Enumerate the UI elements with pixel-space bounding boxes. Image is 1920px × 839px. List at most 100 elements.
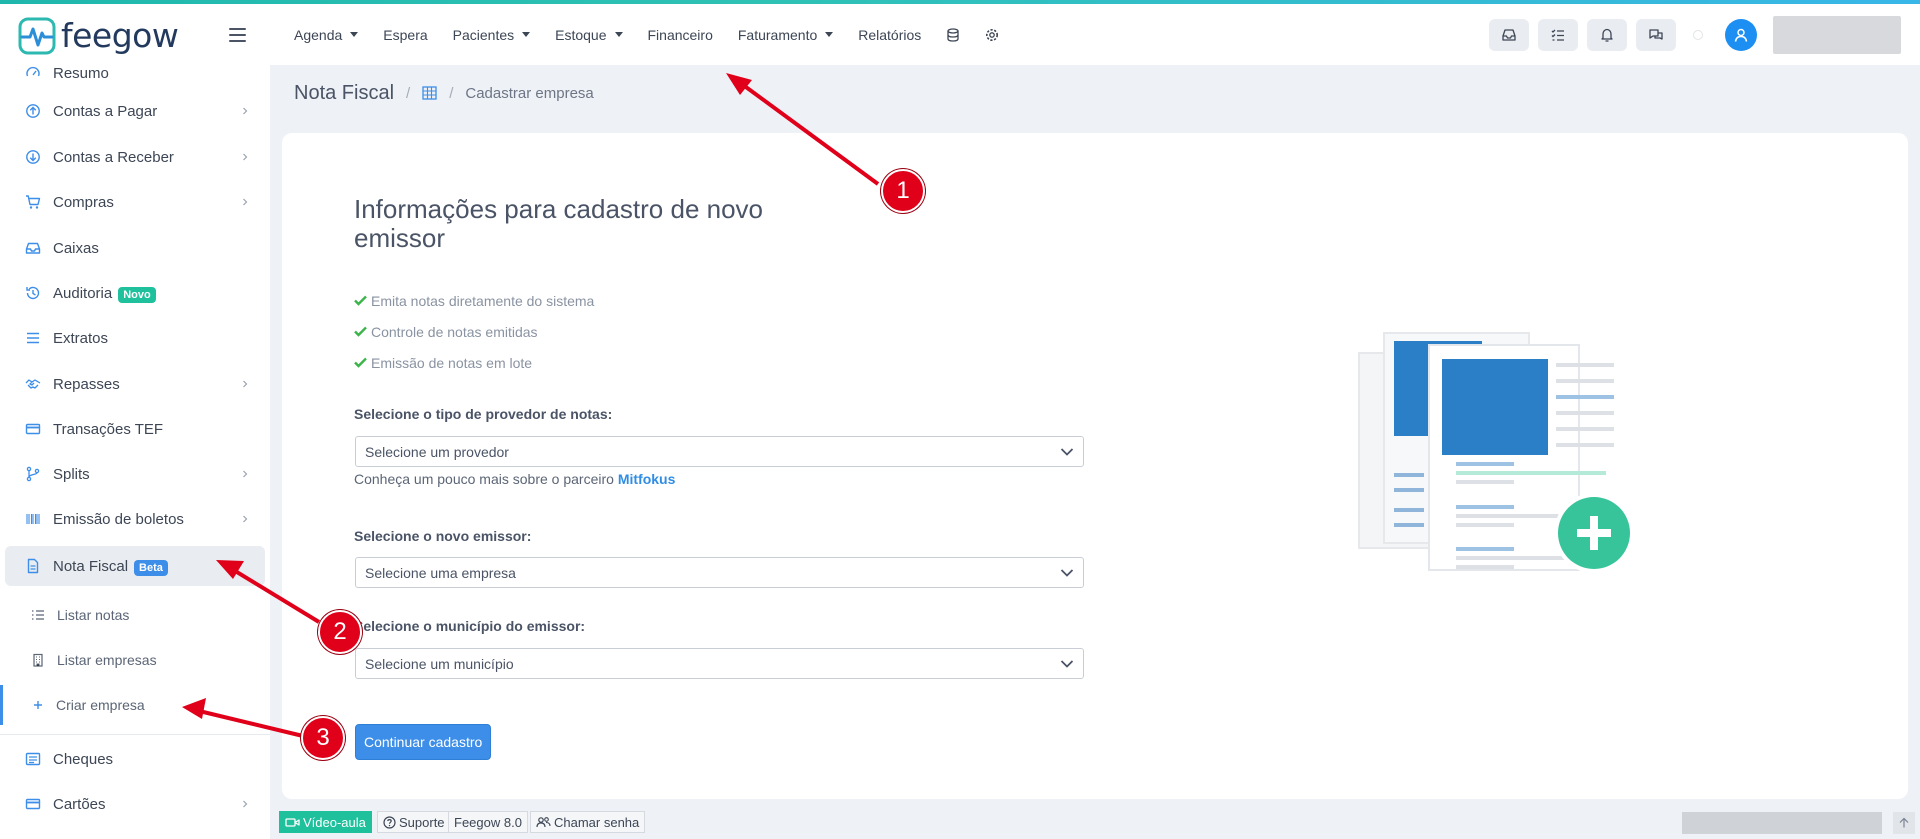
sidebar-item-cartoes[interactable]: Cartões [0, 784, 270, 824]
annotation-badge-1: 1 [881, 169, 925, 213]
menu-toggle-button[interactable] [229, 28, 246, 42]
feature-text: Emita notas diretamente do sistema [371, 292, 595, 309]
sidebar-item-label: Nota Fiscal Beta [53, 558, 168, 576]
nav-faturamento[interactable]: Faturamento [738, 27, 834, 43]
sidebar-item-label: Repasses [53, 375, 120, 393]
emitter-select[interactable]: Selecione uma empresa [355, 557, 1084, 588]
sidebar-item-label: Extratos [53, 329, 109, 347]
sidebar-item-extratos[interactable]: Extratos [0, 318, 270, 358]
sidebar-item-splits[interactable]: Splits [0, 454, 270, 494]
chat-icon [1649, 28, 1663, 40]
city-select-value: Selecione um município [365, 655, 514, 672]
notifications-button[interactable] [1587, 18, 1627, 51]
sidebar-item-repasses[interactable]: Repasses [0, 364, 270, 404]
footer-bar: Vídeo-aula Suporte Feegow 8.0 Chamar sen… [270, 804, 1920, 839]
sidebar-item-label: Contas a Pagar [53, 102, 158, 120]
caret-down-icon [350, 32, 359, 37]
chevron-down-icon [1060, 660, 1074, 668]
sidebar-item-caixas[interactable]: Caixas [0, 228, 270, 268]
sidebar-item-resumo[interactable]: Resumo [0, 65, 270, 93]
annotation-badge-2: 2 [318, 610, 362, 654]
feature-item: Emita notas diretamente do sistema [354, 285, 594, 316]
city-select[interactable]: Selecione um município [355, 648, 1084, 679]
subitem-criar-empresa[interactable]: Criar empresa [0, 685, 270, 725]
chevron-right-icon [243, 107, 248, 115]
nav-relatorios[interactable]: Relatórios [858, 27, 921, 43]
hamburger-line [229, 34, 246, 36]
sidebar-item-label: Contas a Receber [53, 148, 174, 166]
nav-espera[interactable]: Espera [383, 27, 427, 43]
partner-text: Conheça um pouco mais sobre o parceiro [354, 471, 614, 487]
call-ticket-button[interactable]: Chamar senha [530, 811, 646, 833]
sidebar-item-emissao-de-boletos[interactable]: Emissão de boletos [0, 499, 270, 539]
database-icon[interactable] [946, 27, 960, 42]
subitem-label: Criar empresa [56, 697, 145, 713]
scroll-top-button[interactable] [1893, 812, 1915, 834]
nav-label: Agenda [294, 26, 343, 43]
breadcrumb: Nota Fiscal / / Cadastrar empresa [294, 80, 594, 106]
emitter-select-value: Selecione uma empresa [365, 564, 516, 581]
page-title: Nota Fiscal [294, 81, 395, 104]
sidebar-item-contas-a-pagar[interactable]: Contas a Pagar [0, 91, 270, 131]
cart-icon [26, 195, 41, 209]
partner-link[interactable]: Mitfokus [618, 471, 676, 487]
subitem-listar-notas[interactable]: Listar notas [0, 595, 270, 635]
user-avatar[interactable] [1725, 18, 1757, 51]
table-grid-icon[interactable] [422, 86, 437, 100]
inbox-icon [1502, 28, 1516, 41]
chat-button[interactable] [1636, 18, 1676, 51]
gear-icon[interactable] [985, 28, 999, 42]
sidebar-item-compras[interactable]: Compras [0, 182, 270, 222]
nav-label: Estoque [555, 26, 607, 43]
annotation-badge-3: 3 [301, 716, 345, 760]
user-info-redacted[interactable] [1773, 15, 1901, 54]
breadcrumb-separator: / [406, 84, 411, 102]
support-button[interactable]: Suporte [377, 811, 451, 833]
subitem-label: Listar empresas [57, 652, 157, 668]
version-label: Feegow 8.0 [448, 811, 528, 833]
logo-text: feegow [61, 16, 179, 55]
plus-icon [34, 701, 42, 709]
beta-badge: Beta [134, 559, 168, 576]
nav-agenda[interactable]: Agenda [294, 26, 359, 43]
top-navigation: Agenda Espera Pacientes Estoque Financei… [294, 4, 1024, 65]
nav-financeiro[interactable]: Financeiro [648, 27, 713, 43]
video-lesson-label: Vídeo-aula [303, 814, 366, 830]
caret-down-icon [825, 32, 834, 37]
inbox-button[interactable] [1489, 18, 1529, 51]
nav-label: Espera [383, 26, 428, 43]
subitem-label: Listar notas [57, 607, 130, 623]
nav-pacientes[interactable]: Pacientes [453, 27, 531, 43]
checklist-icon [1551, 29, 1564, 41]
add-circle-icon [1554, 493, 1634, 573]
bell-icon [1601, 28, 1613, 42]
feature-text: Controle de notas emitidas [371, 323, 538, 340]
header-actions [1489, 4, 1920, 65]
sidebar-item-label: Compras [53, 193, 114, 211]
sidebar-item-nota-fiscal[interactable]: Nota Fiscal Beta [5, 546, 265, 586]
sidebar-item-auditoria[interactable]: Auditoria Novo [0, 273, 270, 313]
sidebar-item-contas-a-receber[interactable]: Contas a Receber [0, 137, 270, 177]
app-logo[interactable]: feegow [18, 16, 179, 55]
continue-button[interactable]: Continuar cadastro [355, 724, 492, 760]
nav-estoque[interactable]: Estoque [555, 26, 623, 43]
sidebar-item-label: Cheques [53, 750, 114, 768]
status-dot-icon [1693, 29, 1703, 40]
subitem-listar-empresas[interactable]: Listar empresas [0, 640, 270, 680]
nav-label: Financeiro [647, 26, 713, 43]
call-ticket-label: Chamar senha [554, 814, 640, 830]
provider-select[interactable]: Selecione um provedor [355, 436, 1084, 467]
check-icon [354, 295, 367, 306]
tasks-button[interactable] [1538, 18, 1578, 51]
partner-line: Conheça um pouco mais sobre o parceiro M… [354, 471, 675, 487]
video-lesson-button[interactable]: Vídeo-aula [279, 811, 372, 833]
heartbeat-logo-icon [18, 17, 56, 54]
video-camera-icon [285, 817, 300, 827]
arrow-up-circle-icon [26, 104, 40, 118]
sidebar-item-cheques[interactable]: Cheques [0, 739, 270, 779]
emitter-label: Selecione o novo emissor: [354, 528, 532, 544]
sidebar-item-transacoes-tef[interactable]: Transações TEF [0, 409, 270, 449]
card-icon [25, 423, 41, 435]
barcode-icon [26, 514, 40, 524]
breadcrumb-separator: / [449, 84, 454, 102]
